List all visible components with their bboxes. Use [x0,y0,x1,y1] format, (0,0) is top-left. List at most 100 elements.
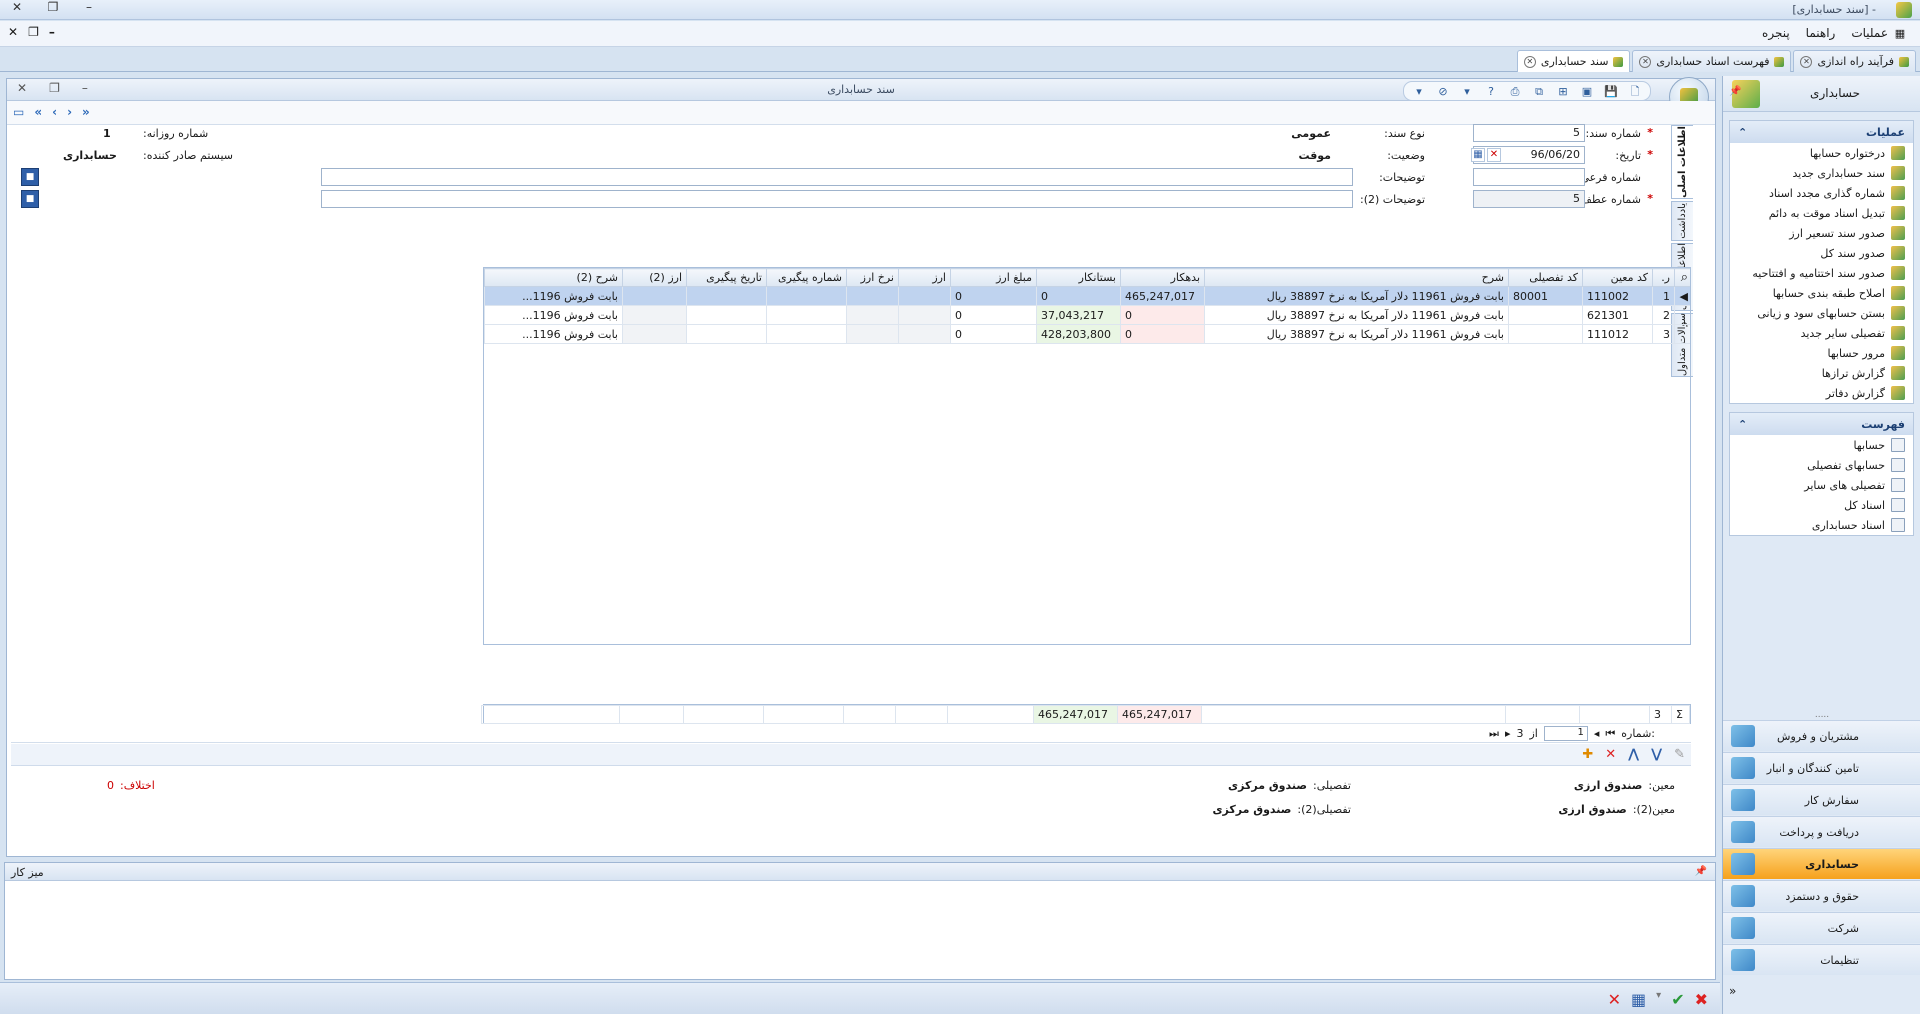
description2-input[interactable] [321,190,1353,208]
dropdown-icon[interactable]: ▾ [1458,83,1476,99]
reject-icon[interactable]: ✖ [1695,990,1708,1009]
nav-item[interactable]: حسابها [1730,435,1913,455]
nav-item[interactable]: اسناد کل [1730,495,1913,515]
menu-item-operations[interactable]: ▦ عملیات [1851,25,1908,41]
pager-current-input[interactable]: 1 [1543,726,1588,741]
col-header-track-no[interactable]: شماره پیگیری [766,268,847,287]
mdi-restore-icon[interactable]: ❐ [28,25,39,39]
tab-document-list[interactable]: فهرست اسناد حسابداری ✕ [1632,50,1792,72]
add-row-icon[interactable]: ✚ [1582,747,1593,762]
previous-record-icon[interactable]: ‹ [52,105,57,119]
col-header-row-no[interactable]: ر. [1652,268,1675,287]
print-icon[interactable]: ⎙ [1506,83,1524,99]
nav-item[interactable]: حسابهای تفصیلی [1730,455,1913,475]
calendar-icon[interactable]: ▦ [1471,148,1485,162]
tab-setup-process[interactable]: فرآیند راه اندازی ✕ [1793,50,1916,72]
move-up-icon[interactable]: ⋀ [1628,747,1639,762]
nav-item[interactable]: صدور سند کل [1730,243,1913,263]
tab-notes[interactable]: یادداشت [1671,201,1693,241]
tab-close-icon[interactable]: ✕ [1639,55,1652,68]
menu-item-help[interactable]: راهنما [1806,25,1836,41]
edit-row-icon[interactable]: ✎ [1674,747,1685,762]
nav-item[interactable]: مرور حسابها [1730,343,1913,363]
module-work-orders[interactable]: سفارش کار [1723,784,1920,815]
pager-last-icon[interactable]: ⏭ [1489,727,1499,741]
nav-item[interactable]: اسناد حسابداری [1730,515,1913,535]
col-header-fx2[interactable]: ارز (2) [622,268,687,287]
nav-item[interactable]: شماره گذاری مجدد اسناد [1730,183,1913,203]
grid-search-icon[interactable]: ⌕ [1674,268,1690,287]
help-icon[interactable]: ? [1482,83,1500,99]
col-header-fx-rate[interactable]: نرخ ارز [846,268,899,287]
nav-item[interactable]: درختواره حسابها [1730,143,1913,163]
module-payroll[interactable]: حقوق و دستمزد [1723,880,1920,911]
cancel-icon[interactable]: ✕ [1608,990,1621,1009]
col-header-track-date[interactable]: تاریخ پیگیری [686,268,767,287]
tab-main-info[interactable]: اطلاعات اصلی [1671,125,1693,199]
table-row[interactable]: 2 621301 بابت فروش 11961 دلار آمریکا به … [484,305,1690,325]
description-input[interactable] [321,168,1353,186]
col-header-moein[interactable]: کد معین [1582,268,1653,287]
expand-chevron-icon[interactable]: » [1729,984,1736,998]
module-settings[interactable]: تنظیمات [1723,944,1920,975]
col-header-fx[interactable]: ارز [898,268,951,287]
nav-item[interactable]: تفصیلی سایر جدید [1730,323,1913,343]
restore-icon[interactable]: ❐ [42,0,64,14]
nav-item[interactable]: گزارش دفاتر [1730,383,1913,403]
group-header-operations[interactable]: عملیات ⌃ [1730,121,1913,143]
tab-close-icon[interactable]: ✕ [1523,55,1536,68]
tab-close-icon[interactable]: ✕ [1800,55,1813,68]
table-row[interactable]: ◀ 1 111002 80001 بابت فروش 11961 دلار آم… [484,286,1690,306]
compass-icon[interactable]: ⊘ [1434,83,1452,99]
close-icon[interactable]: ✕ [6,0,28,14]
doc-no-input[interactable]: 5 [1473,124,1585,142]
row-indicator-icon[interactable]: ◀ [1674,286,1690,306]
collapse-icon[interactable]: ⌃ [1738,126,1747,139]
confirm-dropdown-icon[interactable]: ▾ [1656,990,1661,1009]
nav-item[interactable]: سند حسابداری جدید [1730,163,1913,183]
save-description2-icon[interactable]: ■ [21,190,39,208]
nav-item[interactable]: تفصیلی های سایر [1730,475,1913,495]
clear-date-icon[interactable]: ✕ [1487,148,1501,162]
col-header-tafsili[interactable]: کد تفصیلی [1508,268,1583,287]
module-customers-sales[interactable]: مشتریان و فروش [1723,720,1920,751]
save-new-icon[interactable]: ⊞ [1554,83,1572,99]
collapse-icon[interactable]: ⌃ [1738,418,1747,431]
pager-first-icon[interactable]: ⏮ [1605,727,1615,741]
module-company[interactable]: شرکت [1723,912,1920,943]
grid-view-icon[interactable]: ▭ [13,105,24,119]
nav-item[interactable]: اصلاح طبقه بندی حسابها [1730,283,1913,303]
save-icon[interactable]: 💾 [1602,83,1620,99]
menu-item-window[interactable]: پنجره [1762,25,1790,41]
next-record-icon[interactable]: › [67,105,72,119]
first-record-icon[interactable]: « [34,105,42,119]
nav-item[interactable]: صدور سند تسعیر ارز [1730,223,1913,243]
nav-item[interactable]: صدور سند اختتامیه و افتتاحیه [1730,263,1913,283]
options-dropdown-icon[interactable]: ▾ [1410,83,1428,99]
save-close-icon[interactable]: ▣ [1578,83,1596,99]
pin-icon[interactable]: 📌 [1729,86,1741,97]
table-row[interactable]: 3 111012 بابت فروش 11961 دلار آمریکا به … [484,324,1690,344]
nav-item[interactable]: بستن حسابهای سود و زیانی [1730,303,1913,323]
col-header-credit[interactable]: بستانکار [1036,268,1121,287]
splitter-handle[interactable]: ..... [1723,711,1920,720]
module-accounting[interactable]: حسابداری [1723,848,1920,879]
col-header-debit[interactable]: بدهکار [1120,268,1205,287]
nav-item[interactable]: تبدیل اسناد موقت به دائم [1730,203,1913,223]
save-description-icon[interactable]: ■ [21,168,39,186]
tab-accounting-document[interactable]: سند حسابداری ✕ [1516,50,1631,72]
module-receipts-payments[interactable]: دریافت و پرداخت [1723,816,1920,847]
confirm-icon[interactable]: ✔ [1671,990,1684,1009]
pager-next-icon[interactable]: ▸ [1505,727,1511,740]
last-record-icon[interactable]: » [82,105,90,119]
delete-row-icon[interactable]: ✕ [1605,747,1616,762]
table-view-icon[interactable]: ▦ [1631,990,1646,1009]
group-header-list[interactable]: فهرست ⌃ [1730,413,1913,435]
col-header-description[interactable]: شرح [1204,268,1509,287]
copy-icon[interactable]: ⧉ [1530,83,1548,99]
mdi-minimize-icon[interactable]: – [49,25,55,39]
mdi-close-icon[interactable]: ✕ [8,25,18,39]
desk-pin-icon[interactable]: 📌 [1695,866,1707,877]
col-header-description2[interactable]: شرح (2) [484,268,623,287]
move-down-icon[interactable]: ⋁ [1651,747,1662,762]
